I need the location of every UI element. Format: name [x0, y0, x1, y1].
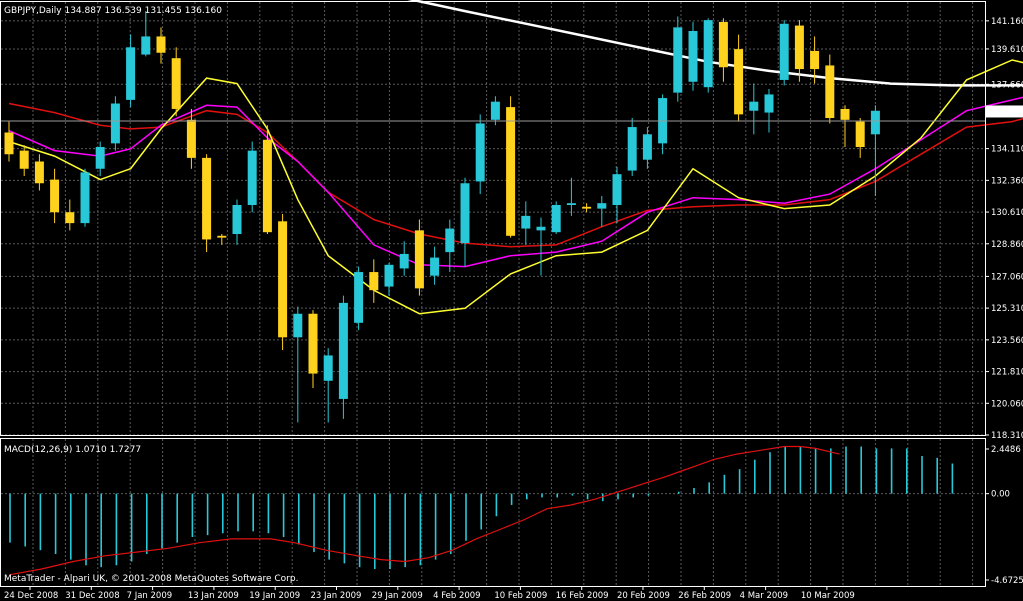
price-tick-label: 139.610 — [991, 45, 1023, 55]
price-tick-label: 141.160 — [991, 17, 1023, 27]
candle-body — [156, 36, 166, 53]
macd-title: MACD(12,26,9) 1.0710 1.7277 — [4, 445, 141, 455]
date-label: 23 Jan 2009 — [311, 591, 362, 601]
candle-body — [278, 221, 288, 338]
chart-background — [0, 0, 1023, 601]
candle-body — [703, 20, 713, 88]
candle-body — [506, 107, 516, 236]
candle-body — [460, 183, 470, 244]
candle-body — [293, 313, 303, 338]
candle-body — [19, 150, 29, 169]
candle-body — [794, 25, 804, 70]
candle-body — [445, 228, 455, 253]
candle-body — [110, 103, 120, 144]
candle-body — [582, 206, 592, 209]
candle-body — [764, 94, 774, 113]
candle-body — [50, 179, 60, 213]
candle-body — [65, 212, 75, 224]
candle-body — [855, 121, 865, 147]
candle-body — [399, 253, 409, 269]
copyright-text: MetaTrader - Alpari UK, © 2001-2008 Meta… — [4, 574, 298, 584]
candle-body — [308, 313, 318, 374]
candle-body — [414, 230, 424, 289]
candle-body — [779, 23, 789, 80]
chart-title: GBPJPY,Daily 134.887 136.539 131.455 136… — [4, 6, 222, 16]
price-tick-label: 120.060 — [991, 399, 1023, 409]
trading-chart: 141.160 139.610 137.660 136.160 134.110 132.3… — [0, 0, 1023, 601]
candle-body — [688, 30, 698, 82]
candle-body — [354, 272, 364, 323]
price-tick-label: 123.560 — [991, 336, 1023, 346]
candle-body — [95, 146, 105, 169]
price-tick-label: 121.810 — [991, 368, 1023, 378]
candle-body — [840, 108, 850, 120]
date-label: 26 Feb 2009 — [678, 591, 731, 601]
date-label: 16 Feb 2009 — [556, 591, 609, 601]
date-label: 24 Dec 2008 — [4, 591, 58, 601]
candle-body — [734, 49, 744, 115]
date-label: 4 Feb 2009 — [433, 591, 481, 601]
candle-body — [247, 150, 257, 205]
candle-body — [171, 58, 181, 109]
price-tick-label: 130.610 — [991, 208, 1023, 218]
candle-body — [338, 302, 348, 399]
date-label: 19 Jan 2009 — [249, 591, 300, 601]
candle-body — [870, 110, 880, 135]
candle-body — [232, 204, 242, 234]
date-label: 31 Dec 2008 — [65, 591, 119, 601]
price-tick-label: 128.860 — [991, 240, 1023, 250]
candle-body — [551, 204, 561, 233]
candle-body — [810, 50, 820, 70]
candle-body — [186, 119, 196, 158]
candle-body — [369, 272, 379, 291]
price-tick-label: 137.660 — [991, 80, 1023, 90]
date-label: 4 Mar 2009 — [740, 591, 788, 601]
date-label: 13 Jan 2009 — [188, 591, 239, 601]
candle-body — [202, 157, 212, 240]
candle-body — [34, 161, 44, 184]
date-label: 29 Jan 2009 — [372, 591, 423, 601]
candle-body — [490, 101, 500, 120]
date-label: 20 Feb 2009 — [617, 591, 670, 601]
price-tick-label: 134.110 — [991, 145, 1023, 155]
price-tick-label: 127.060 — [991, 272, 1023, 282]
candle-body — [718, 21, 728, 68]
candle-body — [384, 264, 394, 287]
price-tick-label: 125.310 — [991, 304, 1023, 314]
candle-body — [217, 235, 227, 238]
candle-body — [612, 174, 622, 205]
candle-body — [141, 36, 151, 55]
current-price-label: 136.160 — [989, 108, 1023, 118]
candle-body — [323, 355, 333, 381]
candle-body — [4, 132, 14, 155]
macd-tick-label: 0.00 — [991, 490, 1010, 500]
date-label: 7 Jan 2009 — [127, 591, 173, 601]
price-tick-label: 118.310 — [991, 431, 1023, 441]
candle-body — [126, 47, 136, 100]
candle-body — [566, 203, 576, 205]
candle-body — [627, 127, 637, 171]
candle-body — [536, 226, 546, 231]
date-label: 10 Feb 2009 — [494, 591, 547, 601]
date-label: 10 Mar 2009 — [801, 591, 855, 601]
candle-body — [521, 215, 531, 229]
macd-tick-label: 2.4486 — [991, 445, 1021, 455]
price-tick-label: 132.360 — [991, 176, 1023, 186]
candle-body — [825, 65, 835, 118]
candle-body — [80, 172, 90, 224]
candle-body — [262, 139, 272, 233]
candle-body — [642, 134, 652, 160]
candle-body — [673, 27, 683, 93]
candle-body — [475, 123, 485, 182]
macd-tick-label: -4.6725 — [991, 576, 1023, 586]
candle-body — [430, 257, 440, 276]
candle-body — [749, 101, 759, 111]
candle-body — [597, 203, 607, 209]
